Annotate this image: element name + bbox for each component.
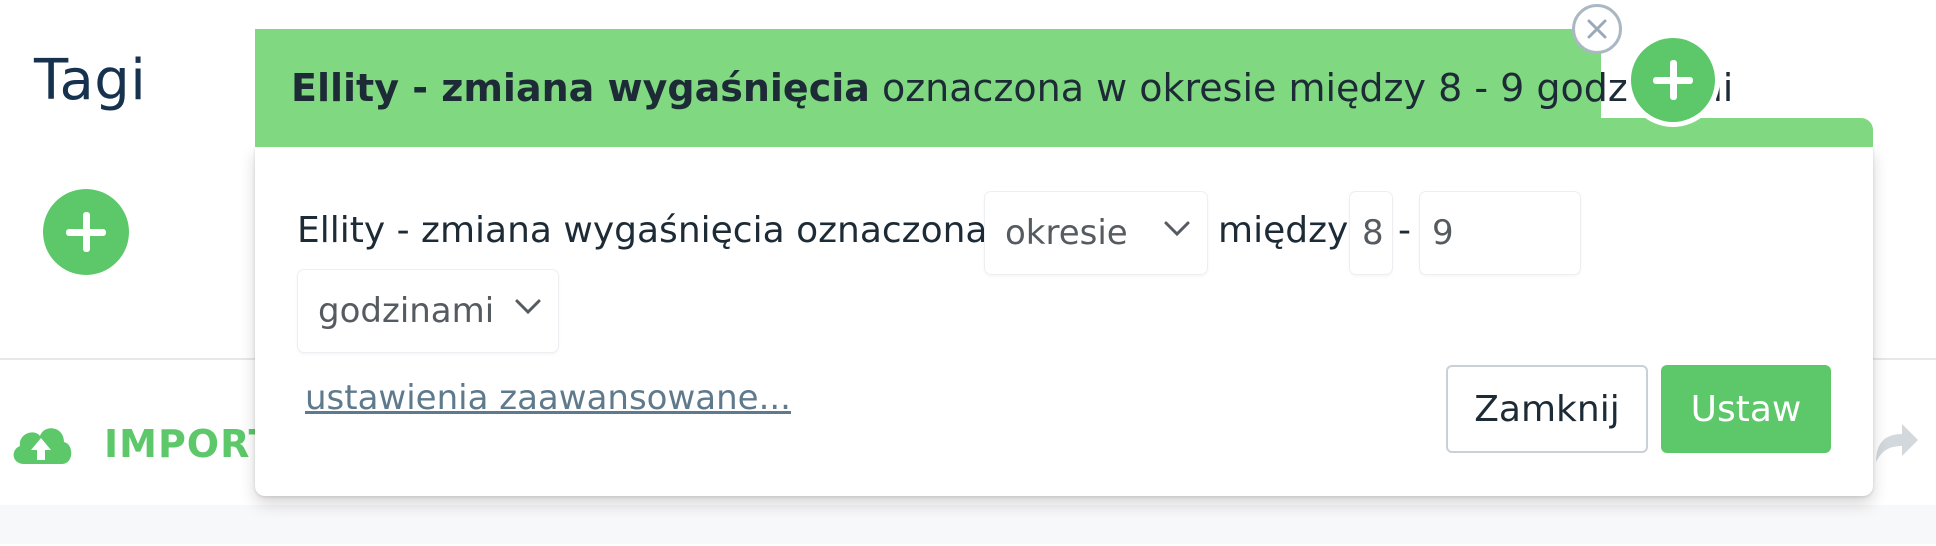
cloud-upload-icon (8, 416, 74, 472)
close-icon (1587, 19, 1607, 39)
period-select-value: okresie (1005, 213, 1128, 253)
popover-header-rest: oznaczona w okresie między 8 - 9 godzina… (881, 66, 1734, 110)
close-popover-button[interactable] (1572, 4, 1622, 54)
from-hour-value: 8 (1362, 213, 1384, 253)
popover-header-text: Ellity - zmiana wygaśnięcia oznaczona w … (291, 66, 1733, 110)
from-hour-input[interactable]: 8 (1350, 192, 1392, 274)
bottom-strip (0, 505, 1936, 544)
set-button[interactable]: Ustaw (1661, 365, 1831, 453)
rule-prefix: Ellity - zmiana wygaśnięcia oznaczona w (297, 210, 1029, 251)
to-hour-value: 9 (1432, 213, 1454, 253)
popover-header-bold: Ellity - zmiana wygaśnięcia (291, 66, 870, 110)
import-button[interactable]: IMPORT (8, 416, 276, 472)
range-dash: - (1398, 210, 1411, 251)
chevron-down-icon (515, 299, 541, 315)
add-tag-button[interactable] (43, 189, 129, 275)
unit-select-value: godzinami (318, 291, 495, 331)
add-rule-button[interactable] (1631, 38, 1715, 122)
to-hour-input[interactable]: 9 (1420, 192, 1580, 274)
close-button[interactable]: Zamknij (1446, 365, 1648, 453)
chevron-down-icon (1164, 221, 1190, 237)
popover-header-extension (1601, 118, 1873, 147)
popover-header: Ellity - zmiana wygaśnięcia oznaczona w … (255, 29, 1733, 147)
page-title: Tagi (34, 48, 147, 113)
between-label: między (1218, 210, 1349, 251)
import-label: IMPORT (104, 422, 276, 466)
plus-icon (66, 212, 106, 252)
plus-icon (1653, 60, 1693, 100)
share-arrow-icon[interactable] (1872, 416, 1920, 470)
period-select[interactable]: okresie (985, 192, 1207, 274)
advanced-settings-link[interactable]: ustawienia zaawansowane... (305, 378, 791, 418)
unit-select[interactable]: godzinami (298, 270, 558, 352)
